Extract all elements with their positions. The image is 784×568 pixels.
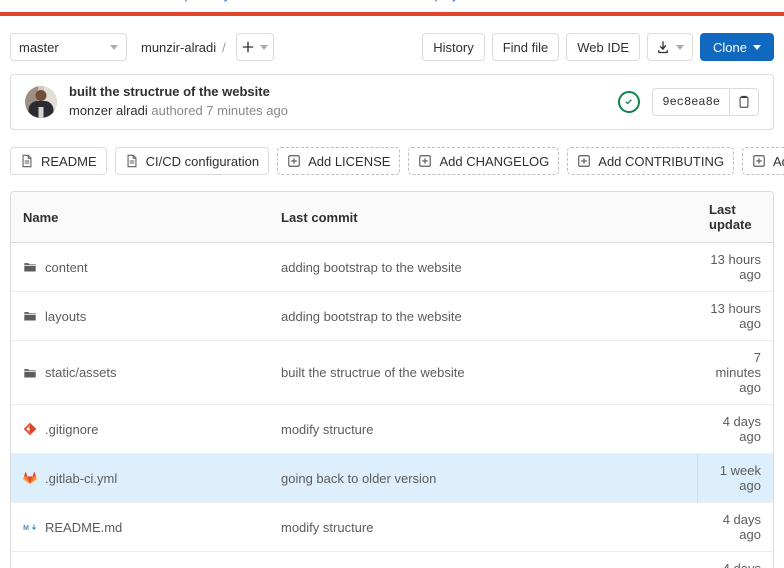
add-to-tree-button[interactable]	[235, 33, 274, 61]
chevron-down-icon	[110, 44, 118, 50]
column-header-last-update: Last update	[697, 192, 773, 243]
table-row[interactable]: static/assets built the structrue of the…	[11, 340, 773, 405]
plus-box-icon	[753, 155, 765, 167]
table-row[interactable]: .gitignore modify structure 4 days ago	[11, 404, 773, 454]
table-header-row: Name Last commit Last update	[11, 192, 773, 243]
download-icon	[658, 41, 668, 54]
avatar	[25, 86, 57, 118]
file-name[interactable]: content	[45, 260, 88, 275]
commit-sha[interactable]: 9ec8ea8e	[652, 88, 729, 116]
readme-quick-button-label: README	[41, 153, 97, 169]
commit-message[interactable]: built the structrue of the website	[69, 83, 288, 102]
commit-meta: monzer alradi authored 7 minutes ago	[69, 102, 288, 121]
cicd-configuration-quick-button[interactable]: CI/CD configuration	[114, 147, 270, 175]
svg-text:M: M	[23, 525, 29, 532]
folder-icon	[24, 312, 36, 321]
table-row[interactable]: .gitlab-ci.yml going back to older versi…	[11, 453, 773, 503]
file-name[interactable]: .gitlab-ci.yml	[45, 471, 117, 486]
plus-icon	[243, 41, 254, 53]
clone-button[interactable]: Clone	[700, 33, 774, 61]
table-row[interactable]: content adding bootstrap to the website …	[11, 242, 773, 292]
file-name[interactable]: README.md	[45, 520, 122, 535]
column-header-name: Name	[11, 192, 269, 243]
breadcrumb-namespace[interactable]: munzir-alradi	[141, 40, 216, 55]
add-license-button-label: Add LICENSE	[308, 153, 391, 169]
commit-sha-group: 9ec8ea8e	[652, 88, 759, 116]
table-row[interactable]: config.toml modify structure 4 days ago	[11, 552, 773, 568]
gitlab-icon	[23, 471, 37, 485]
add-changelog-button-label: Add CHANGELOG	[439, 153, 550, 169]
file-last-update: 1 week ago	[697, 453, 773, 503]
history-button[interactable]: History	[422, 33, 485, 61]
top-nav-sliver: Repository Deployments	[0, 0, 784, 12]
commit-text: built the structrue of the website monze…	[69, 83, 288, 121]
add-kubernetes-cluster-button-label: Add Kubernetes cluster	[772, 153, 784, 169]
table-row[interactable]: layouts adding bootstrap to the website …	[11, 291, 773, 341]
add-contributing-button[interactable]: Add CONTRIBUTING	[567, 147, 734, 175]
breadcrumb: munzir-alradi /	[141, 40, 232, 55]
quick-actions-row: README CI/CD configuration Add LICENSE A…	[10, 147, 784, 175]
nav-fragment-2: Deployments	[418, 0, 494, 2]
commit-timestamp: authored 7 minutes ago	[147, 103, 288, 118]
file-icon	[127, 154, 137, 168]
clone-button-label: Clone	[713, 39, 747, 55]
commit-author[interactable]: monzer alradi	[69, 103, 148, 118]
file-last-commit[interactable]: modify structure	[269, 502, 697, 552]
nav-fragment-1: Repository	[168, 0, 230, 2]
file-last-update: 7 minutes ago	[697, 340, 773, 405]
toolbar-actions: History Find file Web IDE Clone	[422, 33, 774, 61]
download-source-button[interactable]	[647, 33, 694, 61]
find-file-button[interactable]: Find file	[491, 33, 560, 61]
cicd-configuration-quick-button-label: CI/CD configuration	[145, 153, 260, 169]
column-header-last-commit: Last commit	[269, 192, 697, 243]
chevron-down-icon	[676, 44, 685, 50]
add-changelog-button[interactable]: Add CHANGELOG	[408, 147, 560, 175]
last-commit-card: built the structrue of the website monze…	[10, 74, 774, 130]
repository-file-tree: Name Last commit Last update content add…	[10, 191, 774, 568]
add-contributing-button-label: Add CONTRIBUTING	[598, 153, 724, 169]
pipeline-status-passed-icon[interactable]	[618, 91, 641, 113]
plus-box-icon	[578, 155, 591, 167]
file-last-commit[interactable]: built the structrue of the website	[269, 340, 697, 405]
file-name[interactable]: .gitignore	[45, 422, 98, 437]
repository-toolbar: master munzir-alradi / History Find file…	[10, 16, 774, 74]
add-license-button[interactable]: Add LICENSE	[277, 147, 401, 175]
file-last-update: 4 days ago	[697, 552, 773, 568]
plus-box-icon	[419, 155, 432, 167]
file-last-commit[interactable]: modify structure	[269, 404, 697, 454]
commit-right-group: 9ec8ea8e	[618, 88, 759, 116]
file-last-update: 4 days ago	[697, 404, 773, 454]
breadcrumb-separator: /	[222, 39, 226, 55]
file-last-update: 13 hours ago	[697, 291, 773, 341]
branch-selector[interactable]: master	[10, 33, 127, 61]
clipboard-icon	[739, 95, 749, 108]
table-row[interactable]: M README.md modify structure 4 days ago	[11, 502, 773, 552]
chevron-down-icon	[260, 44, 269, 50]
file-last-commit[interactable]: adding bootstrap to the website	[269, 242, 697, 292]
folder-icon	[24, 263, 36, 272]
file-last-commit[interactable]: adding bootstrap to the website	[269, 291, 697, 341]
branch-selector-label: master	[19, 39, 59, 55]
add-kubernetes-cluster-button[interactable]: Add Kubernetes cluster	[741, 147, 784, 175]
markdown-icon: M	[23, 524, 37, 532]
file-last-commit[interactable]: going back to older version	[269, 453, 698, 503]
file-last-update: 4 days ago	[697, 502, 773, 552]
git-icon	[23, 422, 37, 436]
folder-icon	[24, 368, 36, 377]
file-name[interactable]: static/assets	[45, 365, 117, 380]
file-name[interactable]: layouts	[45, 309, 86, 324]
web-ide-button[interactable]: Web IDE	[566, 33, 641, 61]
plus-box-icon	[288, 155, 300, 167]
readme-quick-button[interactable]: README	[10, 147, 107, 175]
file-last-commit[interactable]: modify structure	[269, 552, 697, 568]
copy-sha-button[interactable]	[729, 88, 759, 116]
chevron-down-icon	[753, 44, 761, 50]
file-icon	[22, 154, 32, 168]
file-last-update: 13 hours ago	[697, 242, 773, 292]
